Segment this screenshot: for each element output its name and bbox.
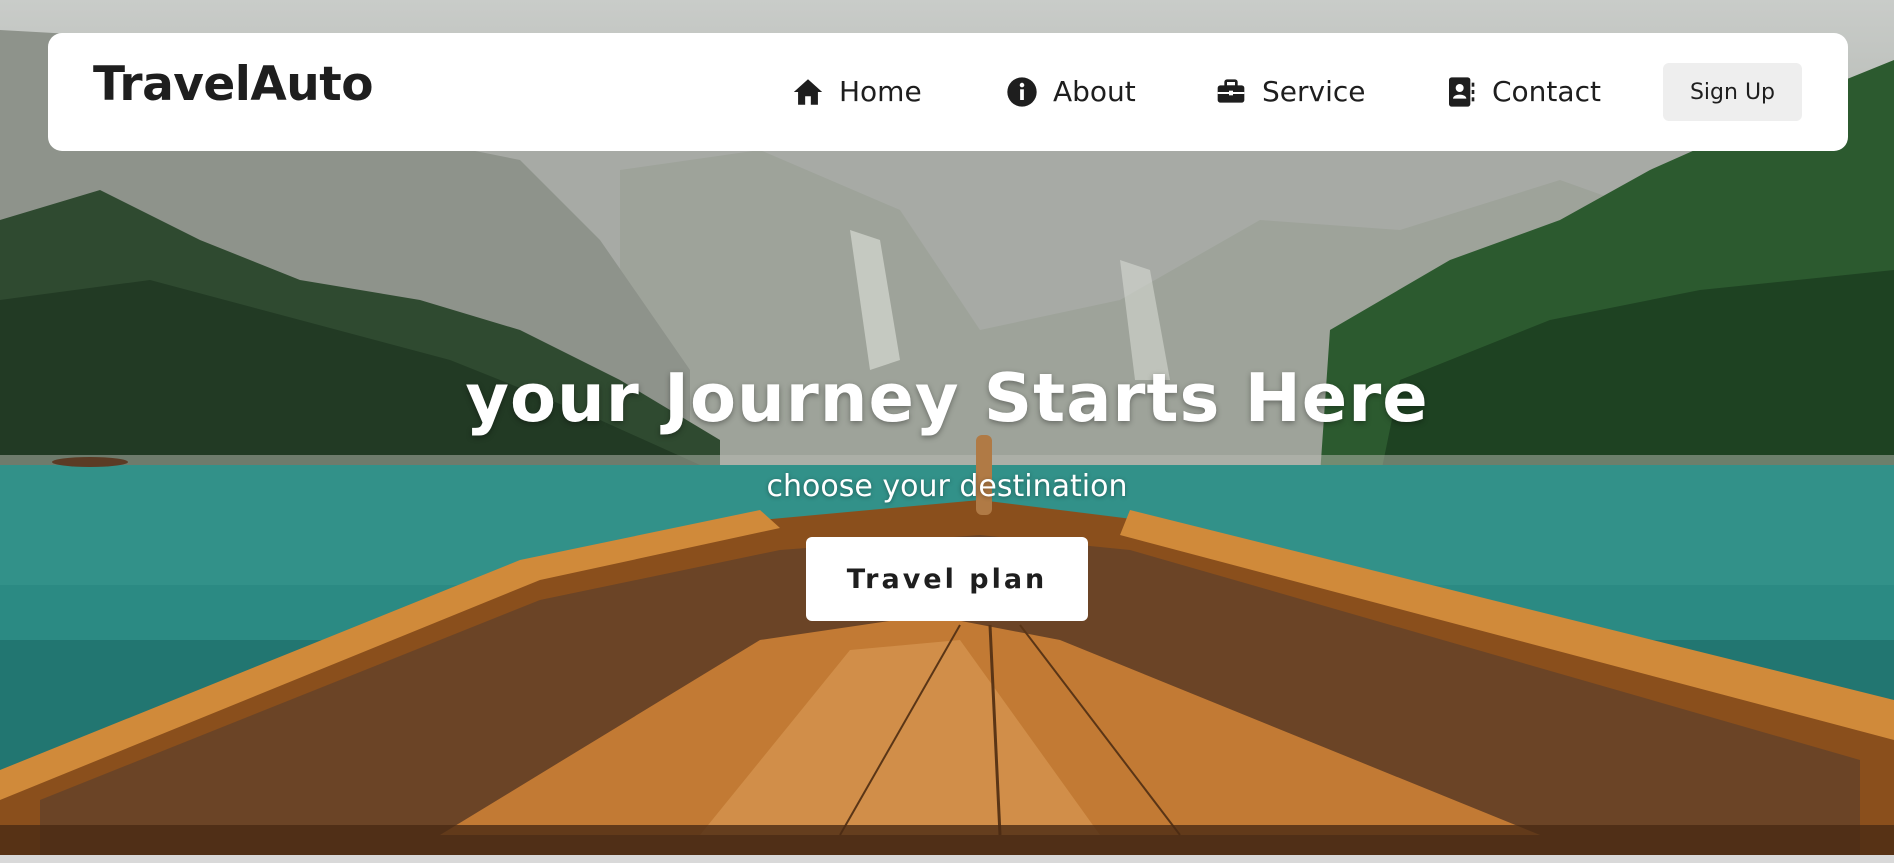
contact-card-icon bbox=[1444, 75, 1478, 109]
nav-item-home[interactable]: Home bbox=[791, 73, 922, 111]
briefcase-icon bbox=[1214, 75, 1248, 109]
boat-bottom-shadow bbox=[0, 825, 1894, 855]
nav-item-label: Home bbox=[839, 75, 922, 108]
nav-item-service[interactable]: Service bbox=[1214, 73, 1365, 111]
top-navbar: TravelAuto Home About Service Contact Si… bbox=[48, 33, 1848, 151]
brand-logo[interactable]: TravelAuto bbox=[93, 61, 374, 108]
nav-item-label: Service bbox=[1262, 75, 1366, 108]
hero-title: your Journey Starts Here bbox=[465, 359, 1429, 437]
nav-item-about[interactable]: About bbox=[1005, 73, 1136, 111]
nav-item-label: Contact bbox=[1492, 75, 1601, 108]
home-icon bbox=[791, 75, 825, 109]
sign-up-button[interactable]: Sign Up bbox=[1663, 63, 1802, 121]
page-bottom-strip bbox=[0, 855, 1894, 863]
distant-rowboat bbox=[52, 457, 128, 467]
nav-item-contact[interactable]: Contact bbox=[1444, 73, 1601, 111]
nav-item-label: About bbox=[1053, 75, 1136, 108]
travel-plan-button[interactable]: Travel plan bbox=[806, 537, 1088, 621]
hero-subtitle: choose your destination bbox=[766, 469, 1128, 504]
info-circle-icon bbox=[1005, 75, 1039, 109]
